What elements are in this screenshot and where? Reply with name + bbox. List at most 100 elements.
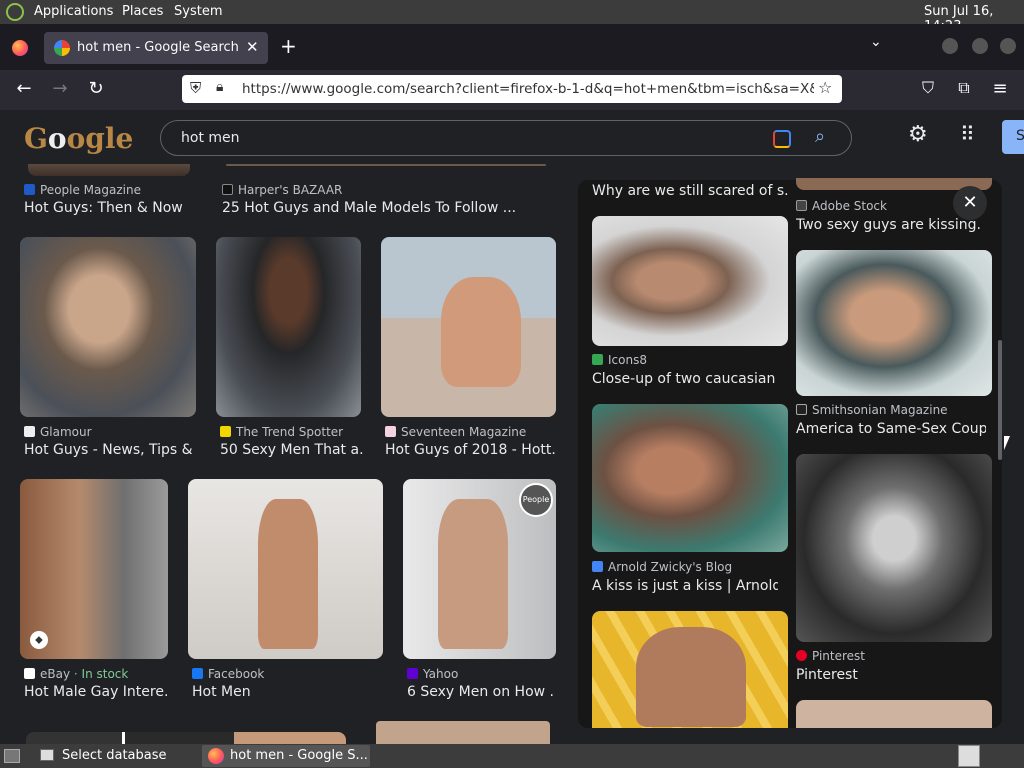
source-favicon-icon [24, 668, 35, 679]
mouse-cursor-icon [1004, 436, 1010, 450]
result-source[interactable]: People Magazine [24, 183, 204, 197]
taskbar-window-firefox[interactable]: hot men - Google S... [202, 745, 370, 767]
related-source[interactable]: Pinterest [796, 649, 992, 663]
source-favicon-icon [796, 650, 807, 661]
tab-google-search[interactable]: hot men - Google Search ✕ [44, 32, 268, 64]
related-image[interactable] [592, 216, 788, 346]
result-source[interactable]: Glamour [24, 425, 194, 439]
top-panel: Applications Places System Sun Jul 16, 1… [0, 0, 1024, 34]
source-favicon-icon [385, 426, 396, 437]
related-image[interactable] [796, 454, 992, 642]
minimize-button[interactable] [942, 38, 958, 54]
distro-logo-icon[interactable] [6, 3, 24, 21]
result-source[interactable]: eBay · In stock [24, 667, 174, 681]
related-images-panel: Why are we still scared of s... ✕ Adobe … [578, 178, 1002, 728]
show-desktop-icon[interactable] [4, 749, 20, 763]
result-image[interactable] [28, 164, 190, 176]
back-button[interactable]: ← [10, 78, 38, 99]
related-source[interactable]: Adobe Stock [796, 199, 956, 213]
list-all-tabs-icon[interactable]: ⌄ [870, 34, 882, 50]
reload-button[interactable]: ↻ [82, 78, 110, 99]
related-image[interactable] [592, 611, 788, 728]
firefox-icon [208, 748, 224, 764]
source-favicon-icon [407, 668, 418, 679]
google-lens-icon[interactable] [773, 130, 791, 148]
source-favicon-icon [796, 200, 807, 211]
google-apps-icon[interactable]: ⠿ [960, 122, 975, 146]
source-favicon-icon [220, 426, 231, 437]
result-image[interactable] [381, 237, 556, 417]
workspace-switcher[interactable] [958, 745, 980, 767]
related-title[interactable]: America to Same-Sex Coup... [796, 421, 986, 437]
result-title[interactable]: 25 Hot Guys and Male Models To Follow ..… [222, 200, 552, 216]
result-title[interactable]: Hot Guys - News, Tips & ... [24, 442, 196, 458]
result-source[interactable]: The Trend Spotter [220, 425, 370, 439]
result-image[interactable] [20, 237, 196, 417]
google-doodle-logo[interactable]: Google [24, 122, 133, 156]
result-source[interactable]: Yahoo [407, 667, 557, 681]
taskbar-window-select-database[interactable]: Select database [34, 745, 196, 767]
related-title[interactable]: Close-up of two caucasian ... [592, 371, 778, 387]
google-favicon-icon [54, 40, 70, 56]
result-source[interactable]: Seventeen Magazine [385, 425, 555, 439]
url-text[interactable]: https://www.google.com/search?client=fir… [242, 81, 814, 97]
result-source[interactable]: Facebook [192, 667, 342, 681]
related-image[interactable] [796, 700, 992, 728]
result-title[interactable]: 6 Sexy Men on How ... [407, 684, 555, 700]
result-title[interactable]: Hot Guys: Then & Now [24, 200, 204, 216]
related-source[interactable]: Smithsonian Magazine [796, 403, 992, 417]
related-image[interactable] [592, 404, 788, 552]
result-image[interactable]: People [403, 479, 556, 659]
bookmark-star-icon[interactable]: ☆ [818, 78, 832, 97]
source-favicon-icon [592, 561, 603, 572]
result-image[interactable] [216, 237, 361, 417]
shopping-tag-icon: ⬥ [30, 631, 48, 649]
url-bar[interactable]: ⛨ 🔒︎ https://www.google.com/search?clien… [182, 75, 842, 103]
close-tab-icon[interactable]: ✕ [246, 38, 259, 56]
search-input[interactable]: hot men [181, 130, 240, 146]
related-title[interactable]: Why are we still scared of s... [592, 183, 788, 199]
related-source[interactable]: Icons8 [592, 353, 788, 367]
source-favicon-icon [222, 184, 233, 195]
firefox-menu-icon[interactable] [12, 40, 28, 56]
search-icon[interactable]: ⌕ [815, 126, 825, 147]
related-title[interactable]: A kiss is just a kiss | Arnold ... [592, 578, 778, 594]
close-panel-button[interactable]: ✕ [953, 186, 987, 220]
related-image[interactable] [796, 250, 992, 396]
result-title[interactable]: Hot Men [192, 684, 382, 700]
result-title[interactable]: Hot Guys of 2018 - Hott... [385, 442, 555, 458]
related-title[interactable]: Two sexy guys are kissing. ... [796, 217, 986, 233]
panel-scrollbar[interactable] [998, 340, 1002, 460]
lock-icon[interactable]: 🔒︎ [216, 79, 223, 95]
taskbar: Select database hot men - Google S... [0, 744, 1024, 768]
tab-title: hot men - Google Search [77, 40, 239, 55]
result-source[interactable]: Harper's BAZAAR [222, 183, 522, 197]
result-image[interactable]: ⬥ [20, 479, 168, 659]
places-menu[interactable]: Places [122, 4, 163, 19]
settings-gear-icon[interactable]: ⚙ [908, 122, 928, 147]
result-image[interactable] [376, 721, 550, 744]
applications-menu[interactable]: Applications [34, 4, 113, 19]
search-box[interactable]: hot men ⌕ [160, 120, 852, 156]
related-source[interactable]: Arnold Zwicky's Blog [592, 560, 788, 574]
result-image[interactable] [26, 732, 346, 744]
taskbar-label: hot men - Google S... [230, 748, 368, 763]
new-tab-button[interactable]: + [280, 34, 297, 58]
sign-in-button[interactable]: S [1002, 120, 1024, 154]
system-menu[interactable]: System [174, 4, 222, 19]
extensions-icon[interactable]: ⧉ [950, 78, 978, 98]
result-title[interactable]: Hot Male Gay Intere... [24, 684, 168, 700]
result-image[interactable] [226, 164, 546, 166]
tracking-shield-icon[interactable]: ⛨ [190, 79, 201, 97]
forward-button[interactable]: → [46, 78, 74, 99]
maximize-button[interactable] [972, 38, 988, 54]
result-title[interactable]: 50 Sexy Men That a... [220, 442, 365, 458]
source-favicon-icon [192, 668, 203, 679]
result-image[interactable] [188, 479, 383, 659]
related-title[interactable]: Pinterest [796, 667, 986, 683]
app-menu-icon[interactable]: ≡ [986, 78, 1014, 99]
pocket-icon[interactable]: ⛉ [914, 78, 942, 98]
taskbar-label: Select database [62, 748, 167, 763]
close-window-button[interactable] [1000, 38, 1016, 54]
source-favicon-icon [24, 426, 35, 437]
